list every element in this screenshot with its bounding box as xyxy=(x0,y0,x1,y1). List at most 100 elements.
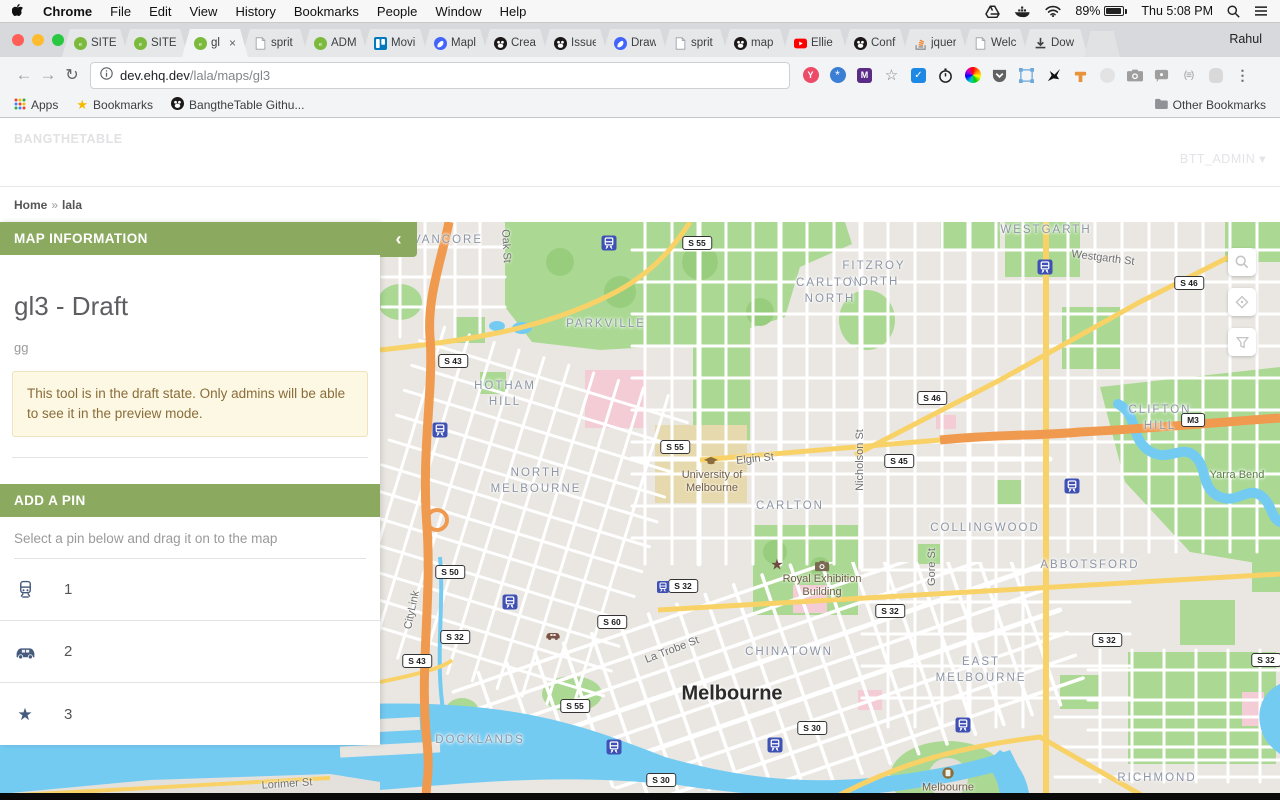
car-pin-icon xyxy=(14,645,36,659)
map-street-label: Oak St xyxy=(499,229,513,263)
extension-menu-dots-icon[interactable]: ⋮ xyxy=(1234,67,1251,84)
route-shield: S 32 xyxy=(668,579,698,593)
extension-parens-icon[interactable]: (≡) xyxy=(1180,67,1197,84)
extension-chat-icon[interactable] xyxy=(1153,67,1170,84)
menu-view[interactable]: View xyxy=(189,4,217,19)
extension-blue-check-icon[interactable]: ✓ xyxy=(910,67,927,84)
browser-tab-jquer[interactable]: jquer xyxy=(902,29,968,57)
forward-button[interactable]: → xyxy=(36,65,60,85)
browser-tab-movi[interactable]: Movi xyxy=(362,29,428,57)
browser-tab-issue[interactable]: Issue xyxy=(542,29,608,57)
extension-screenshot-frame-icon[interactable] xyxy=(1018,67,1035,84)
notification-center-icon[interactable] xyxy=(1254,5,1268,17)
pin-label: 1 xyxy=(64,581,72,598)
window-minimize-button[interactable] xyxy=(32,34,44,46)
route-shield: S 32 xyxy=(875,604,905,618)
rail-station-icon xyxy=(1038,260,1053,275)
extension-bookmark-star-icon[interactable]: ☆ xyxy=(883,67,900,84)
wifi-icon[interactable] xyxy=(1045,5,1061,17)
bookmark-folder-bookmarks[interactable]: ★ Bookmarks xyxy=(76,97,153,113)
browser-tab-gl[interactable]: egl× xyxy=(182,29,248,57)
other-bookmarks[interactable]: Other Bookmarks xyxy=(1154,98,1266,112)
menu-bar-clock[interactable]: Thu 5:08 PM xyxy=(1141,4,1213,18)
breadcrumb-current: lala xyxy=(62,198,82,212)
browser-tab-dow[interactable]: Dow xyxy=(1022,29,1088,57)
route-shield: M3 xyxy=(1181,413,1205,427)
active-app-name[interactable]: Chrome xyxy=(43,4,92,19)
menu-bookmarks[interactable]: Bookmarks xyxy=(294,4,359,19)
browser-tab-sprit[interactable]: sprit xyxy=(242,29,308,57)
map-area-label: CHINATOWN xyxy=(745,644,833,660)
map-poi-label: Royal ExhibitionBuilding xyxy=(783,573,862,599)
browser-tab-site[interactable]: e SITE xyxy=(122,29,188,57)
draggable-pin-train[interactable]: 1 xyxy=(0,559,380,621)
draggable-pin-star[interactable]: ★3 xyxy=(0,683,380,745)
battery-indicator[interactable]: 89% xyxy=(1075,4,1127,18)
tab-label: SITE xyxy=(151,37,176,49)
browser-toolbar: ← → ↻ dev.ehq.dev/lala/maps/gl3 Y * M ☆ ✓ (≡)… xyxy=(0,57,1280,93)
extension-mixmax-icon[interactable]: M xyxy=(856,67,873,84)
github-favicon-icon xyxy=(734,37,747,50)
breadcrumb-home-link[interactable]: Home xyxy=(14,198,47,212)
browser-tab-map[interactable]: map xyxy=(722,29,788,57)
extension-red-badge-icon[interactable]: Y xyxy=(802,67,819,84)
trello-favicon-icon xyxy=(374,37,387,50)
menu-file[interactable]: File xyxy=(110,4,131,19)
extension-camera-icon[interactable] xyxy=(1126,67,1143,84)
chrome-profile-name[interactable]: Rahul xyxy=(1229,32,1262,46)
browser-tab-welc[interactable]: Welc xyxy=(962,29,1028,57)
tab-label: Crea xyxy=(511,37,536,49)
browser-tab-conf[interactable]: Conf xyxy=(842,29,908,57)
map-filter-button[interactable] xyxy=(1228,328,1256,356)
extension-faint-ghost-icon[interactable] xyxy=(1099,67,1116,84)
extension-snowflake-icon[interactable]: * xyxy=(829,67,846,84)
extension-pocket-icon[interactable] xyxy=(991,67,1008,84)
docker-icon[interactable] xyxy=(1014,5,1031,18)
reload-button[interactable]: ↻ xyxy=(60,65,84,85)
map-area-label: DOCKLANDS xyxy=(435,732,525,748)
extension-faint-hand-icon[interactable] xyxy=(1207,67,1224,84)
window-close-button[interactable] xyxy=(12,34,24,46)
tab-label: Welc xyxy=(991,37,1016,49)
browser-tab-sprit[interactable]: sprit xyxy=(662,29,728,57)
apple-logo-icon[interactable] xyxy=(12,4,25,19)
download-favicon-icon xyxy=(1034,37,1047,50)
browser-tab-adm[interactable]: eADM xyxy=(302,29,368,57)
bookmark-apps[interactable]: Apps xyxy=(14,98,58,113)
new-tab-button[interactable] xyxy=(1084,31,1120,57)
admin-user-menu[interactable]: BTT_ADMIN ▾ xyxy=(1180,151,1266,166)
draggable-pin-car[interactable]: 2 xyxy=(0,621,380,683)
menu-help[interactable]: Help xyxy=(500,4,527,19)
back-button[interactable]: ← xyxy=(12,65,36,85)
browser-tab-site[interactable]: eSITE xyxy=(62,29,128,57)
spotlight-icon[interactable] xyxy=(1227,5,1240,18)
browser-tab-draw[interactable]: Draw xyxy=(602,29,668,57)
browser-tab-ellie[interactable]: Ellie xyxy=(782,29,848,57)
browser-tab-mapl[interactable]: Mapl xyxy=(422,29,488,57)
map-search-button[interactable] xyxy=(1228,248,1256,276)
browser-tab-crea[interactable]: Crea xyxy=(482,29,548,57)
train-pin-icon xyxy=(14,580,36,599)
extension-colorwheel-icon[interactable] xyxy=(964,67,981,84)
address-bar[interactable]: dev.ehq.dev/lala/maps/gl3 xyxy=(90,62,790,89)
menu-window[interactable]: Window xyxy=(435,4,481,19)
menu-history[interactable]: History xyxy=(235,4,275,19)
extension-orange-pipe-icon[interactable] xyxy=(1072,67,1089,84)
sidebar-collapse-button[interactable]: ‹ xyxy=(380,222,417,257)
tab-close-icon[interactable]: × xyxy=(229,36,236,50)
page-info-icon[interactable] xyxy=(100,67,113,83)
extension-timer-icon[interactable] xyxy=(937,67,954,84)
svg-text:e: e xyxy=(139,41,142,47)
extension-black-bird-icon[interactable] xyxy=(1045,67,1062,84)
route-shield: S 46 xyxy=(917,391,947,405)
drive-icon[interactable] xyxy=(985,5,1000,18)
mapbox-favicon-icon xyxy=(614,37,627,50)
stackoverflow-favicon-icon xyxy=(914,37,927,50)
map-area-label: PARKVILLE xyxy=(566,316,646,332)
map-locate-button[interactable] xyxy=(1228,288,1256,316)
menu-people[interactable]: People xyxy=(377,4,417,19)
menu-edit[interactable]: Edit xyxy=(149,4,171,19)
bookmark-bangthetable-github[interactable]: BangtheTable Githu... xyxy=(171,97,304,113)
mapbox-favicon-icon xyxy=(434,37,447,50)
map-information-header: MAP INFORMATION xyxy=(0,222,380,255)
